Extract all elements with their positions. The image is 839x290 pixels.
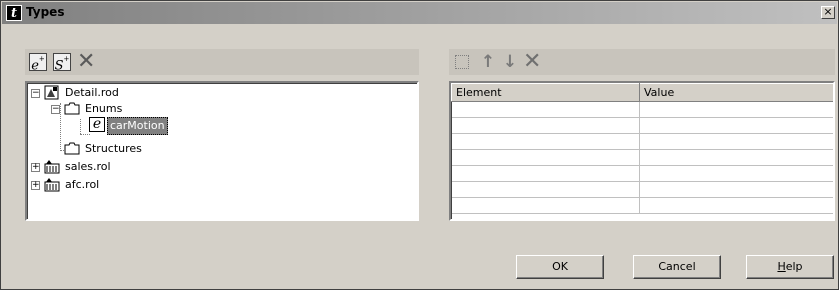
value-cell[interactable] (639, 149, 833, 166)
tree-node-structures[interactable]: Structures (27, 141, 407, 157)
value-cell[interactable] (639, 117, 833, 134)
tree-node-enums[interactable]: − Enums (27, 101, 407, 117)
tree-node-label: carMotion (107, 117, 168, 135)
add-element-icon[interactable] (455, 55, 469, 69)
expand-toggle[interactable]: + (31, 181, 40, 190)
delete-icon[interactable]: ✕ (77, 51, 95, 73)
element-cell[interactable] (451, 133, 640, 150)
new-enum-icon: e (31, 58, 39, 74)
collapse-toggle[interactable]: − (31, 89, 40, 98)
folder-icon (64, 102, 80, 115)
new-structure-icon: S (54, 58, 64, 74)
element-cell[interactable] (451, 197, 640, 214)
grid-toolbar: ↑ ↓ ✕ (449, 49, 835, 75)
types-tree[interactable]: − Detail.rod − Enums e carMotion Structu… (25, 81, 419, 221)
element-value-grid[interactable]: Element Value (449, 81, 835, 221)
close-button[interactable]: × (821, 6, 835, 19)
table-row[interactable] (451, 149, 833, 166)
tree-node-carmotion[interactable]: e carMotion (27, 117, 407, 135)
value-cell[interactable] (639, 165, 833, 182)
table-row[interactable] (451, 133, 833, 150)
window-title: Types (26, 5, 65, 19)
delete-element-icon[interactable]: ✕ (523, 51, 541, 73)
column-header-value[interactable]: Value (639, 83, 833, 102)
table-row[interactable] (451, 197, 833, 214)
tree-node-label: Enums (85, 102, 123, 115)
new-structure-button[interactable]: S+ (53, 53, 71, 74)
help-button[interactable]: Help (746, 255, 834, 279)
ok-button[interactable]: OK (516, 255, 604, 279)
title-bar[interactable]: t Types × (2, 2, 837, 24)
element-cell[interactable] (451, 181, 640, 198)
tree-node-detail[interactable]: − Detail.rod (27, 85, 407, 101)
table-row[interactable] (451, 165, 833, 182)
element-cell[interactable] (451, 165, 640, 182)
enum-icon: e (89, 117, 105, 132)
types-dialog: t Types × e+ S+ ✕ − Detail.rod − Enums e… (0, 0, 839, 290)
value-cell[interactable] (639, 133, 833, 150)
element-cell[interactable] (451, 149, 640, 166)
element-cell[interactable] (451, 117, 640, 134)
cancel-button[interactable]: Cancel (633, 255, 721, 279)
tree-line (80, 134, 90, 135)
move-down-icon[interactable]: ↓ (501, 53, 519, 71)
column-header-element[interactable]: Element (451, 83, 640, 102)
table-row[interactable] (451, 117, 833, 134)
robot-library-icon (44, 178, 60, 192)
tree-toolbar: e+ S+ ✕ (25, 49, 419, 75)
expand-toggle[interactable]: + (31, 163, 40, 172)
tree-node-sales[interactable]: + sales.rol (27, 159, 407, 175)
italic-t-icon: t (6, 5, 22, 21)
robot-library-icon (44, 160, 60, 174)
folder-icon (64, 142, 80, 155)
tree-node-label: Detail.rod (65, 86, 119, 99)
tree-node-afc[interactable]: + afc.rol (27, 177, 407, 193)
tree-node-label: sales.rol (65, 160, 111, 173)
tree-node-label: afc.rol (65, 178, 100, 191)
element-cell[interactable] (451, 101, 640, 118)
table-row[interactable] (451, 181, 833, 198)
robot-file-icon (44, 85, 59, 100)
help-accelerator: H (777, 260, 786, 273)
tree-node-label: Structures (85, 142, 142, 155)
value-cell[interactable] (639, 181, 833, 198)
new-enum-button[interactable]: e+ (29, 53, 47, 74)
table-row[interactable] (451, 101, 833, 118)
collapse-toggle[interactable]: − (51, 105, 60, 114)
move-up-icon[interactable]: ↑ (479, 53, 497, 71)
value-cell[interactable] (639, 197, 833, 214)
help-label: elp (785, 260, 803, 273)
value-cell[interactable] (639, 101, 833, 118)
